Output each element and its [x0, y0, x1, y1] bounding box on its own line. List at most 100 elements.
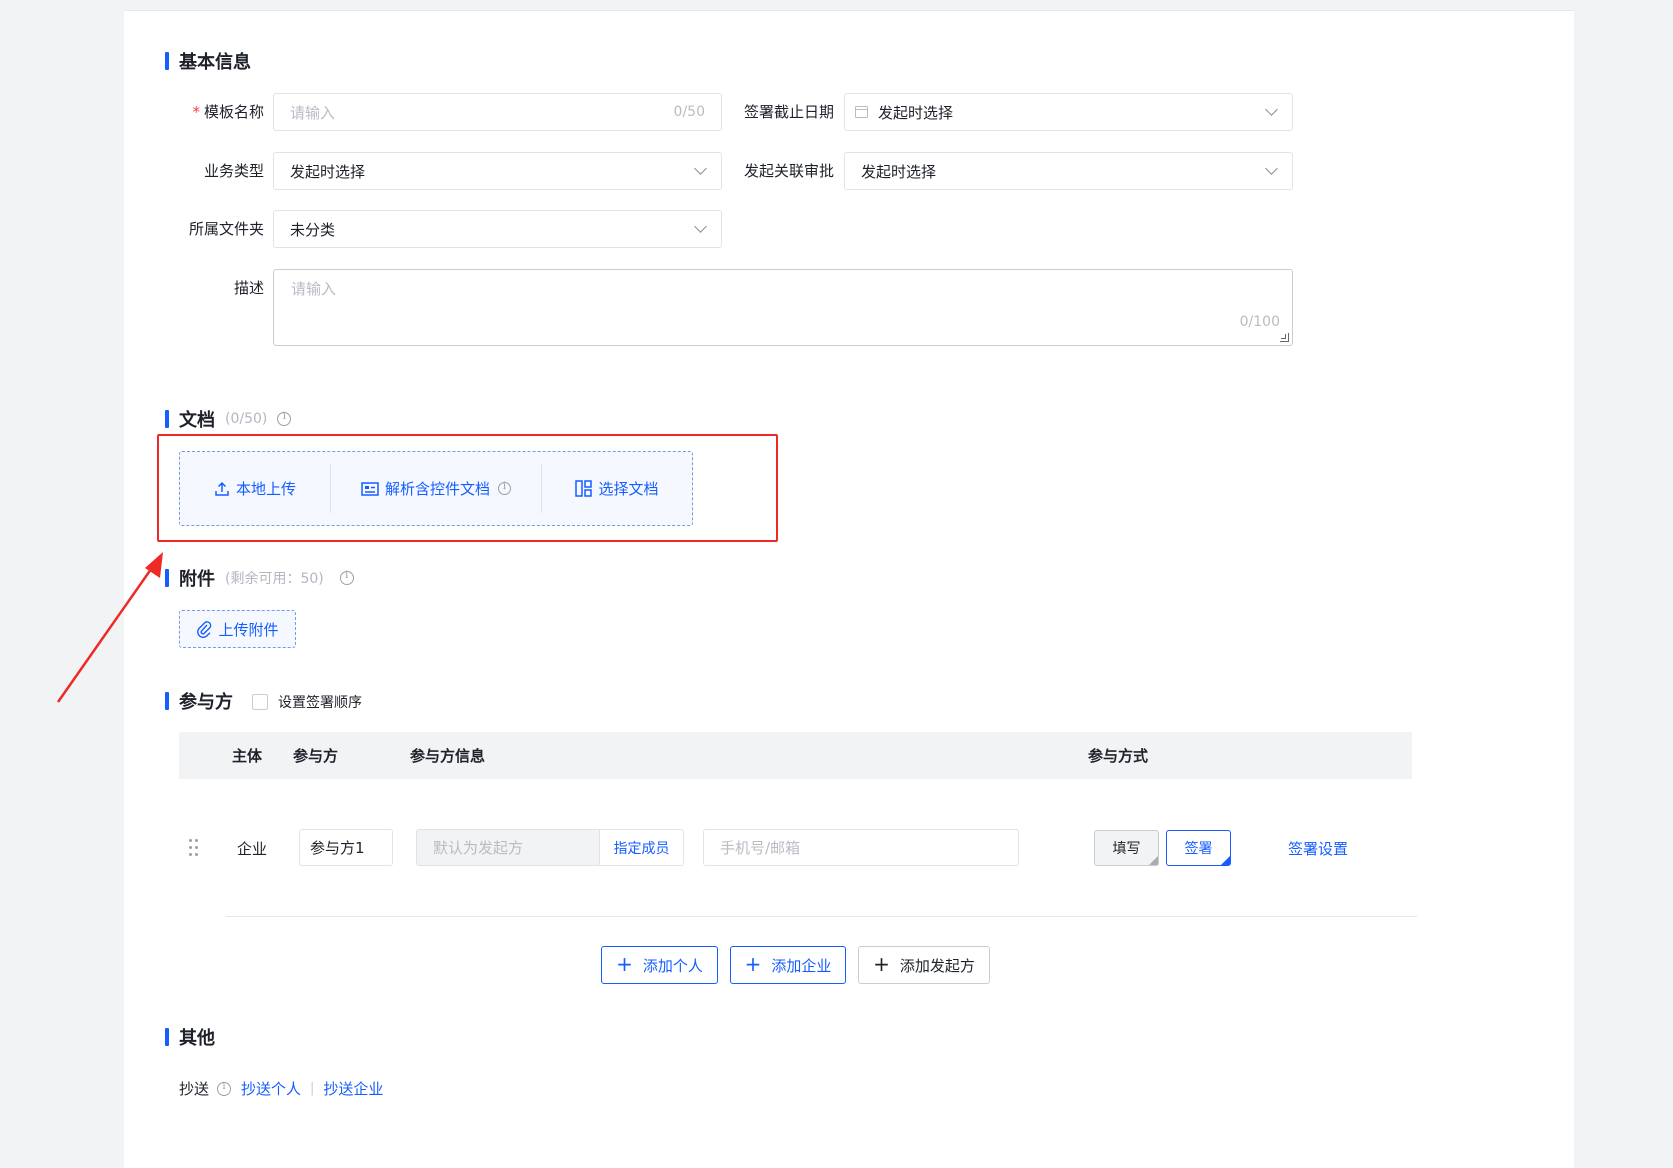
set-sign-order-label: 设置签署顺序: [278, 695, 362, 711]
sign-deadline-picker[interactable]: 发起时选择: [844, 93, 1293, 131]
default-initiator-placeholder: 默认为发起方: [433, 839, 524, 857]
business-type-label-text: 业务类型: [203, 162, 264, 180]
default-initiator-input[interactable]: 默认为发起方: [416, 829, 600, 866]
add-company-label: 添加企业: [771, 956, 832, 975]
linked-approval-label: 发起关联审批: [714, 152, 834, 190]
linked-approval-select[interactable]: 发起时选择: [844, 152, 1293, 190]
party-name-input[interactable]: 参与方1: [299, 829, 393, 866]
linked-approval-label-text: 发起关联审批: [743, 162, 834, 180]
document-form-icon: [361, 481, 379, 496]
phone-email-input[interactable]: 手机号/邮箱: [703, 829, 1019, 866]
party-name-value: 参与方1: [310, 839, 365, 857]
document-upload-area: 本地上传 解析含控件文档 选择文档: [179, 451, 693, 526]
column-header-party: 参与方: [293, 747, 339, 765]
layout-grid-icon: [575, 480, 593, 497]
section-title-participants: 参与方: [165, 690, 233, 713]
business-type-label: 业务类型: [144, 152, 264, 190]
description-placeholder: 请输入: [291, 280, 337, 298]
fill-method-label: 填写: [1112, 841, 1141, 857]
local-upload-label: 本地上传: [235, 480, 296, 498]
drag-handle-icon[interactable]: [189, 839, 199, 857]
add-company-button[interactable]: + 添加企业: [730, 946, 846, 984]
cc-company-link[interactable]: 抄送企业: [323, 1078, 383, 1099]
chevron-down-icon: [1265, 162, 1278, 175]
cc-person-link[interactable]: 抄送个人: [241, 1078, 301, 1099]
section-title-text: 其他: [179, 1028, 215, 1049]
folder-label-text: 所属文件夹: [188, 220, 264, 238]
info-icon[interactable]: [498, 481, 511, 495]
folder-select[interactable]: 未分类: [273, 210, 722, 248]
plus-icon: +: [616, 952, 633, 976]
chevron-down-icon: [694, 220, 707, 233]
sign-deadline-value: 发起时选择: [878, 103, 954, 122]
document-count: (0/50): [225, 411, 268, 427]
column-header-subject: 主体: [232, 747, 263, 765]
select-document-label: 选择文档: [598, 480, 659, 498]
section-title-basic-info: 基本信息: [165, 50, 251, 73]
cc-divider: |: [310, 1081, 315, 1096]
add-initiator-label: 添加发起方: [899, 956, 975, 975]
local-upload-button[interactable]: 本地上传: [180, 452, 330, 525]
info-icon[interactable]: [277, 411, 292, 426]
section-title-documents: 文档 (0/50): [165, 408, 292, 431]
fill-method-button[interactable]: 填写: [1094, 830, 1159, 866]
checkbox-box[interactable]: [252, 694, 268, 710]
add-initiator-button[interactable]: + 添加发起方: [858, 946, 990, 984]
plus-icon: +: [744, 952, 762, 976]
sign-settings-link[interactable]: 签署设置: [1288, 838, 1348, 859]
sign-method-label: 签署: [1184, 841, 1213, 857]
info-icon[interactable]: [217, 1081, 232, 1096]
folder-label: 所属文件夹: [144, 210, 264, 248]
description-label: 描述: [144, 269, 264, 307]
section-title-text: 基本信息: [179, 52, 251, 73]
description-textarea[interactable]: 请输入 0/100: [273, 269, 1293, 346]
select-document-button[interactable]: 选择文档: [542, 452, 692, 525]
set-sign-order-checkbox[interactable]: 设置签署顺序: [252, 692, 362, 712]
corner-check-icon: [1149, 856, 1158, 865]
description-label-text: 描述: [233, 279, 264, 297]
linked-approval-value: 发起时选择: [861, 162, 937, 181]
paperclip-icon: [197, 621, 212, 638]
parse-control-doc-button[interactable]: 解析含控件文档: [331, 452, 541, 525]
resize-handle-icon[interactable]: [1280, 333, 1289, 342]
section-title-text: 附件: [179, 569, 215, 590]
column-header-method: 参与方式: [1088, 747, 1149, 765]
plus-icon: +: [873, 952, 890, 976]
business-type-value: 发起时选择: [290, 162, 366, 181]
folder-value: 未分类: [290, 220, 336, 239]
cc-label: 抄送: [179, 1080, 210, 1098]
chevron-down-icon: [694, 162, 707, 175]
required-mark: *: [192, 103, 200, 121]
add-person-label: 添加个人: [642, 956, 703, 975]
upload-attachment-button[interactable]: 上传附件: [179, 610, 296, 648]
column-header-party-info: 参与方信息: [410, 747, 486, 765]
sign-deadline-label: 签署截止日期: [714, 93, 834, 131]
template-name-counter: 0/50: [673, 104, 705, 120]
assign-member-button[interactable]: 指定成员: [599, 829, 684, 866]
template-name-placeholder: 请输入: [290, 103, 336, 122]
upload-icon: [215, 481, 229, 496]
section-title-text: 参与方: [179, 692, 233, 713]
add-person-button[interactable]: + 添加个人: [601, 946, 718, 984]
sign-deadline-label-text: 签署截止日期: [743, 103, 834, 121]
parse-control-doc-label: 解析含控件文档: [384, 480, 490, 498]
attachment-remaining: (剩余可用：50): [225, 571, 324, 587]
upload-attachment-label: 上传附件: [218, 620, 279, 639]
template-name-input[interactable]: 请输入 0/50: [273, 93, 722, 131]
participant-table-header: [179, 732, 1412, 779]
assign-member-label: 指定成员: [613, 840, 670, 857]
corner-check-icon: [1221, 856, 1230, 865]
template-name-label-text: 模板名称: [203, 103, 264, 121]
template-name-label: * 模板名称: [144, 93, 264, 131]
description-counter: 0/100: [1239, 314, 1280, 330]
phone-email-placeholder: 手机号/邮箱: [720, 839, 801, 857]
cc-row: 抄送 抄送个人 | 抄送企业: [179, 1078, 383, 1099]
chevron-down-icon: [1265, 103, 1278, 116]
section-title-other: 其他: [165, 1026, 215, 1049]
calendar-icon: [855, 106, 868, 118]
info-icon[interactable]: [339, 570, 354, 585]
section-title-attachments: 附件 (剩余可用：50): [165, 567, 354, 590]
business-type-select[interactable]: 发起时选择: [273, 152, 722, 190]
sign-method-button[interactable]: 签署: [1166, 830, 1231, 866]
annotation-arrow-icon: [56, 552, 163, 703]
